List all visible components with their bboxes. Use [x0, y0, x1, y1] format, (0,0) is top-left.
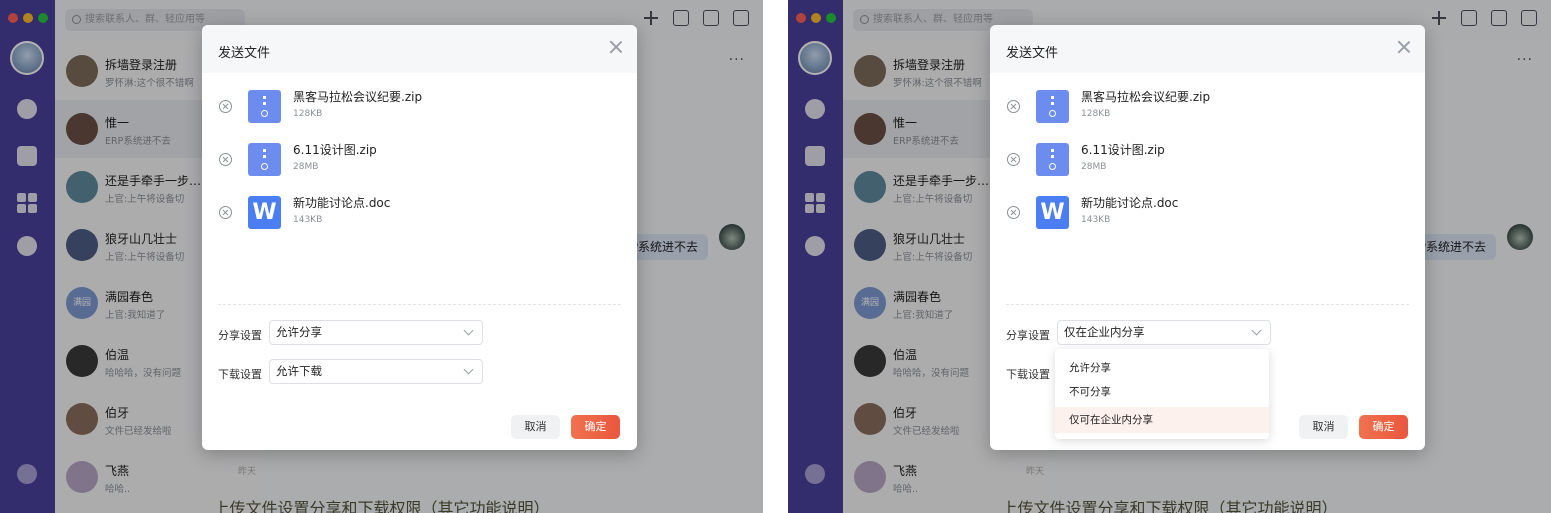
chevron-down-icon [1251, 325, 1262, 336]
chevron-down-icon [463, 364, 474, 375]
file-item: 6.11设计图.zip 28MB [202, 140, 637, 190]
file-name: 黑客马拉松会议纪要.zip [293, 90, 423, 104]
download-setting-label: 下载设置 [1006, 368, 1050, 381]
share-setting-label: 分享设置 [218, 329, 262, 342]
file-size: 28MB [1081, 162, 1107, 172]
doc-file-icon: W [248, 196, 281, 229]
remove-file-icon[interactable] [1007, 100, 1020, 113]
file-name: 6.11设计图.zip [1081, 143, 1165, 157]
remove-file-icon[interactable] [219, 100, 232, 113]
file-size: 28MB [293, 162, 319, 172]
bottom-caption: 上传文件设置分享和下载权限（其它功能说明） [1001, 499, 1338, 513]
share-setting-value: 仅在企业内分享 [1064, 325, 1145, 339]
dropdown-option-enterprise-share[interactable]: 仅可在企业内分享 [1055, 407, 1269, 433]
share-setting-row: 分享设置 允许分享 [218, 320, 488, 346]
dialog-title: 发送文件 [1006, 46, 1059, 61]
divider [1006, 304, 1409, 305]
share-setting-select[interactable]: 允许分享 [269, 320, 483, 345]
file-size: 143KB [1081, 215, 1111, 225]
share-setting-value: 允许分享 [276, 325, 322, 339]
file-size: 143KB [293, 215, 323, 225]
remove-file-icon[interactable] [1007, 153, 1020, 166]
zip-file-icon [1036, 90, 1069, 123]
app-window-left: 搜索联系人、群、轻应用等 拆墙登录注册 罗怀淋:这个很不错啊 惟一 ERP系统进不去 还是… [0, 0, 763, 513]
share-setting-select[interactable]: 仅在企业内分享 [1057, 320, 1271, 345]
share-setting-label: 分享设置 [1006, 329, 1050, 342]
share-setting-row: 分享设置 仅在企业内分享 [1006, 320, 1276, 346]
send-file-dialog: 发送文件黑客马拉松会议纪要.zip 128KB 6.11设计图.zip 28MB W 新功… [202, 25, 637, 450]
download-setting-row: 下载设置 允许下载 [218, 359, 488, 385]
file-item: 黑客马拉松会议纪要.zip 128KB [990, 87, 1425, 137]
remove-file-icon[interactable] [1007, 206, 1020, 219]
chevron-down-icon [463, 325, 474, 336]
remove-file-icon[interactable] [219, 153, 232, 166]
dropdown-option-no-share[interactable]: 不可分享 [1055, 379, 1269, 405]
file-name: 新功能讨论点.doc [1081, 196, 1179, 210]
download-setting-label: 下载设置 [218, 368, 262, 381]
dialog-header: 发送文件 [990, 25, 1425, 73]
file-name: 黑客马拉松会议纪要.zip [1081, 90, 1211, 104]
close-icon[interactable] [609, 40, 623, 54]
dropdown-option-allow-share[interactable]: 允许分享 [1055, 355, 1269, 381]
dialog-title: 发送文件 [218, 46, 271, 61]
file-name: 新功能讨论点.doc [293, 196, 391, 210]
close-icon[interactable] [1397, 40, 1411, 54]
download-setting-value: 允许下载 [276, 364, 322, 378]
confirm-button[interactable]: 确定 [1359, 415, 1408, 439]
cancel-button[interactable]: 取消 [511, 415, 560, 439]
dialog-header: 发送文件 [202, 25, 637, 73]
share-dropdown-menu: 允许分享 不可分享 仅可在企业内分享 [1055, 349, 1269, 439]
file-item: W 新功能讨论点.doc 143KB [990, 193, 1425, 243]
file-size: 128KB [293, 109, 323, 119]
remove-file-icon[interactable] [219, 206, 232, 219]
bottom-caption: 上传文件设置分享和下载权限（其它功能说明） [213, 499, 550, 513]
cancel-button[interactable]: 取消 [1299, 415, 1348, 439]
download-setting-select[interactable]: 允许下载 [269, 359, 483, 384]
zip-file-icon [248, 90, 281, 123]
divider [218, 304, 621, 305]
file-item: W 新功能讨论点.doc 143KB [202, 193, 637, 243]
zip-file-icon [1036, 143, 1069, 176]
file-item: 6.11设计图.zip 28MB [990, 140, 1425, 190]
file-name: 6.11设计图.zip [293, 143, 377, 157]
file-size: 128KB [1081, 109, 1111, 119]
doc-file-icon: W [1036, 196, 1069, 229]
file-item: 黑客马拉松会议纪要.zip 128KB [202, 87, 637, 137]
confirm-button[interactable]: 确定 [571, 415, 620, 439]
zip-file-icon [248, 143, 281, 176]
